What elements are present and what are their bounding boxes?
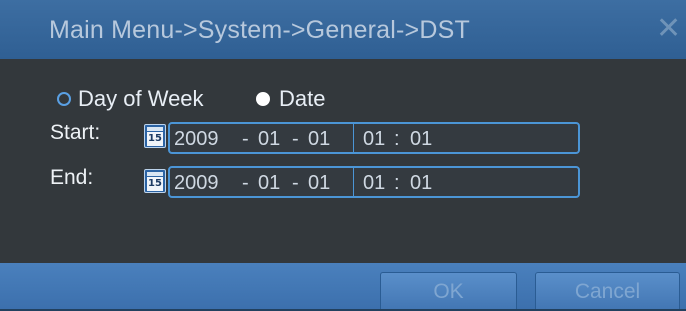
dialog-title: Main Menu->System->General->DST	[49, 16, 470, 44]
end-label: End:	[50, 166, 94, 189]
end-datetime-field[interactable]: 2009 - 01 - 01 01 : 01	[168, 166, 580, 198]
date-separator: -	[292, 172, 299, 194]
start-minute[interactable]: 01	[410, 128, 432, 151]
end-month[interactable]: 01	[258, 172, 280, 195]
calendar-icon[interactable]: 15	[144, 124, 166, 148]
ok-button[interactable]: OK	[380, 272, 517, 309]
start-month[interactable]: 01	[258, 128, 280, 151]
time-separator: :	[394, 172, 400, 194]
calendar-icon[interactable]: 15	[144, 169, 166, 193]
title-bar: Main Menu->System->General->DST ✕	[0, 0, 686, 59]
start-day[interactable]: 01	[308, 128, 330, 151]
day-of-week-label[interactable]: Day of Week	[78, 86, 204, 112]
date-separator: -	[242, 128, 249, 150]
date-time-divider	[353, 124, 354, 152]
calendar-icon-number: 15	[147, 177, 163, 191]
end-year[interactable]: 2009	[174, 172, 219, 195]
end-day[interactable]: 01	[308, 172, 330, 195]
date-label[interactable]: Date	[279, 86, 325, 112]
date-separator: -	[292, 128, 299, 150]
close-icon[interactable]: ✕	[656, 14, 681, 44]
date-time-divider	[353, 168, 354, 196]
date-radio[interactable]	[256, 92, 270, 106]
end-hour[interactable]: 01	[363, 172, 385, 195]
end-minute[interactable]: 01	[410, 172, 432, 195]
start-label: Start:	[50, 121, 101, 144]
day-of-week-radio[interactable]	[57, 92, 71, 106]
start-hour[interactable]: 01	[363, 128, 385, 151]
start-year[interactable]: 2009	[174, 128, 219, 151]
cancel-button[interactable]: Cancel	[535, 272, 680, 309]
date-separator: -	[242, 172, 249, 194]
dst-dialog: Main Menu->System->General->DST ✕ Day of…	[0, 0, 686, 309]
time-separator: :	[394, 128, 400, 150]
calendar-icon-number: 15	[147, 132, 163, 146]
start-datetime-field[interactable]: 2009 - 01 - 01 01 : 01	[168, 122, 580, 154]
